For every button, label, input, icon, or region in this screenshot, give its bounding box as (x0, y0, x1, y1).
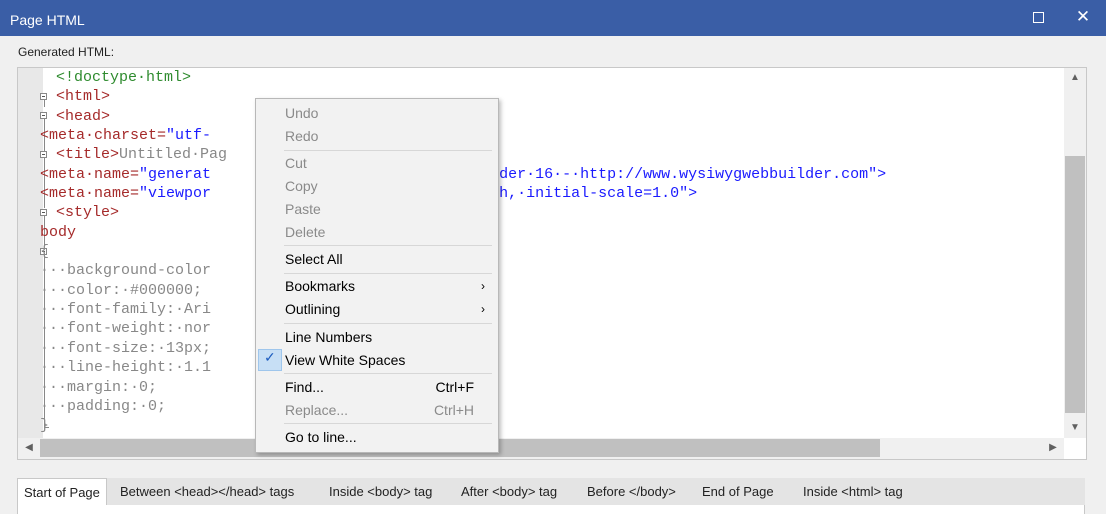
menu-item-go-to-line[interactable]: Go to line... (285, 426, 491, 448)
tab-after-body-tag[interactable]: After <body> tag (461, 484, 557, 499)
code-token: ···line-height:·1.1 (40, 359, 212, 377)
shortcut-label: Ctrl+F (435, 379, 475, 395)
code-token: body (40, 223, 77, 241)
vertical-scroll-thumb[interactable] (1065, 156, 1085, 413)
tab-content-panel (17, 505, 1085, 514)
code-token: name= (94, 185, 140, 203)
fold-toggle-icon[interactable] (40, 209, 47, 216)
code-token: <meta· (40, 165, 95, 183)
code-token: ···background-color (40, 262, 212, 280)
tab-strip: Start of Page Between <head></head> tags… (17, 478, 1085, 505)
tab-inside-body-tag[interactable]: Inside <body> tag (329, 484, 432, 499)
scroll-up-icon[interactable]: ▲ (1064, 68, 1086, 88)
scroll-right-icon[interactable]: ▶ (1042, 438, 1064, 458)
code-token: b·Builder·16·-·http://www.wysiwygwebbuil… (445, 165, 887, 183)
code-token: { (40, 243, 50, 261)
code-token: ···font-family:·Ari (40, 301, 212, 319)
fold-line (44, 100, 45, 107)
menu-item-copy[interactable]: Copy (285, 175, 491, 197)
code-token: <html> (56, 88, 111, 106)
code-token: "generat (139, 165, 212, 183)
title-bar: Page HTML ✕ (0, 0, 1106, 36)
code-token: ···padding:·0; (40, 397, 167, 415)
code-token: ···margin:·0; (40, 378, 158, 396)
menu-item-cut[interactable]: Cut (285, 152, 491, 174)
code-token: <title> (56, 146, 120, 164)
menu-separator (284, 245, 492, 246)
menu-item-paste[interactable]: Paste (285, 198, 491, 220)
shortcut-label: Ctrl+H (433, 402, 474, 418)
menu-item-redo[interactable]: Redo (285, 125, 491, 147)
menu-separator (284, 150, 492, 151)
code-token: ···font-size:·13px; (40, 339, 212, 357)
fold-toggle-icon[interactable] (40, 151, 47, 158)
submenu-arrow-icon: › (481, 302, 485, 316)
tab-between-head-tags[interactable]: Between <head></head> tags (120, 484, 294, 499)
code-token: <style> (56, 204, 120, 222)
menu-separator (284, 323, 492, 324)
menu-item-outlining[interactable]: Outlining › (285, 298, 491, 320)
maximize-icon (1032, 12, 1044, 24)
code-token: "utf- (166, 127, 212, 145)
code-token: name= (94, 165, 140, 183)
checkmark-background: ✓ (258, 349, 282, 371)
menu-item-delete[interactable]: Delete (285, 221, 491, 243)
code-token: "viewpor (139, 185, 212, 203)
maximize-button[interactable] (1015, 0, 1061, 36)
horizontal-scrollbar[interactable]: ◀ ▶ (18, 438, 1064, 459)
code-token: <meta· (40, 127, 95, 145)
code-token: Untitled·Pag (119, 146, 228, 164)
tab-start-of-page[interactable]: Start of Page (17, 478, 107, 505)
fold-toggle-icon[interactable] (40, 112, 47, 119)
code-token: <head> (56, 107, 111, 125)
code-editor[interactable]: <!doctype·html> <html> <head> <meta·charset… (17, 67, 1087, 460)
menu-separator (284, 423, 492, 424)
scroll-down-icon[interactable]: ▼ (1064, 418, 1086, 438)
tab-before-body-end[interactable]: Before </body> (587, 484, 676, 499)
context-menu: Undo Redo Cut Copy Paste Delete Select A… (255, 98, 499, 453)
menu-item-replace[interactable]: Replace... Ctrl+H (285, 399, 491, 421)
scroll-left-icon[interactable]: ◀ (18, 438, 40, 458)
checkmark-icon: ✓ (264, 349, 276, 365)
menu-item-line-numbers[interactable]: Line Numbers (285, 326, 491, 348)
menu-separator (284, 273, 492, 274)
code-token: charset= (94, 127, 167, 145)
menu-item-label: Replace... (285, 402, 349, 418)
menu-separator (284, 373, 492, 374)
submenu-arrow-icon: › (481, 279, 485, 293)
fold-toggle-icon[interactable] (40, 93, 47, 100)
code-token: ···font-weight:·nor (40, 320, 212, 338)
menu-item-select-all[interactable]: Select All (285, 248, 491, 270)
menu-item-label: Outlining (285, 301, 341, 317)
menu-item-view-white-spaces[interactable]: View White Spaces (285, 349, 491, 371)
menu-item-find[interactable]: Find... Ctrl+F (285, 376, 491, 398)
code-token: } (40, 417, 50, 435)
menu-item-label: Find... (285, 379, 324, 395)
close-button[interactable]: ✕ (1060, 0, 1106, 36)
menu-item-label: Bookmarks (285, 278, 356, 294)
vertical-scrollbar[interactable]: ▲ ▼ (1064, 68, 1086, 438)
tab-inside-html-tag[interactable]: Inside <html> tag (803, 484, 903, 499)
window-title: Page HTML (10, 12, 85, 28)
generated-html-label: Generated HTML: (18, 45, 115, 59)
code-line[interactable]: <!doctype·html> (56, 68, 886, 87)
close-icon: ✕ (1075, 7, 1091, 26)
menu-item-bookmarks[interactable]: Bookmarks › (285, 275, 491, 297)
tab-end-of-page[interactable]: End of Page (702, 484, 774, 499)
code-token: <!doctype·html> (56, 69, 192, 86)
menu-item-undo[interactable]: Undo (285, 102, 491, 124)
code-token: <meta· (40, 185, 95, 203)
code-token: ···color:·#000000; (40, 281, 203, 299)
